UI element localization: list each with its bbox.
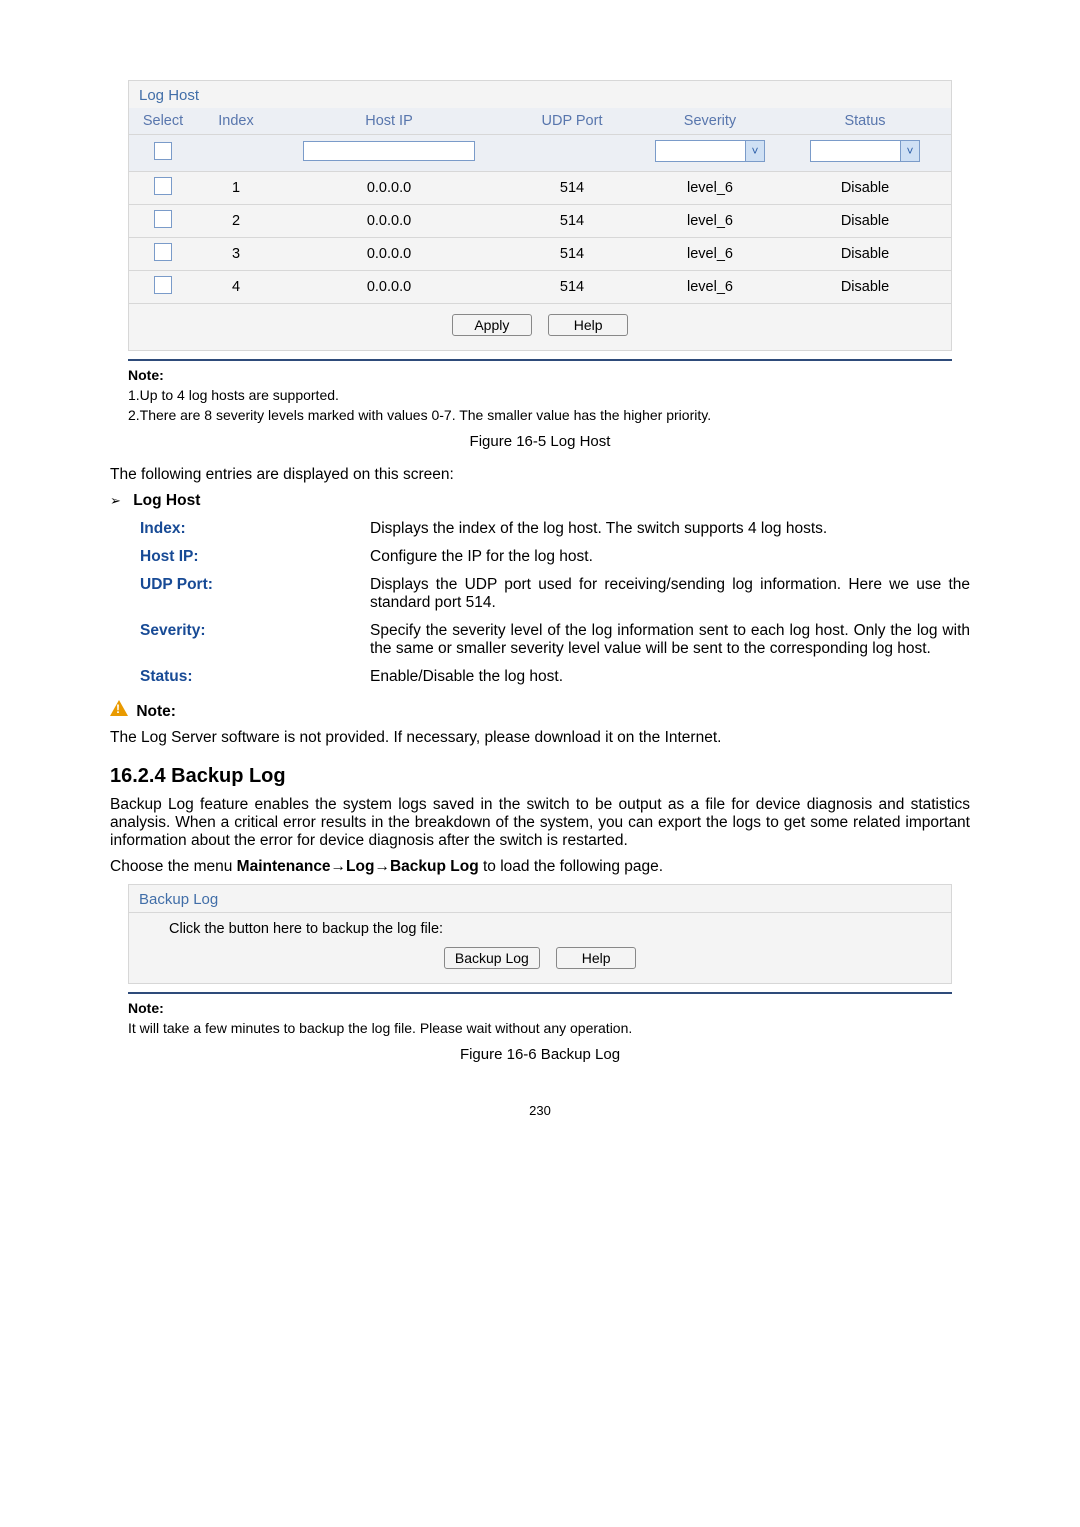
status-select[interactable]: ˅: [810, 140, 920, 162]
warning-icon: [110, 700, 128, 716]
hostip-input[interactable]: [303, 141, 475, 161]
row-checkbox[interactable]: [154, 177, 172, 195]
def-udp: UDP Port: Displays the UDP port used for…: [110, 576, 970, 612]
note-heading: Note:: [136, 703, 176, 720]
col-status: Status: [779, 108, 951, 135]
divider: [128, 992, 952, 994]
note-heading: Note:: [110, 998, 970, 1018]
note-line: 1.Up to 4 log hosts are supported.: [110, 385, 970, 405]
figure-caption: Figure 16-6 Backup Log: [110, 1038, 970, 1071]
apply-button[interactable]: Apply: [452, 314, 532, 336]
page-number: 230: [110, 1103, 970, 1118]
paragraph: Choose the menu Maintenance→Log→Backup L…: [110, 858, 970, 876]
def-label: UDP Port:: [110, 576, 370, 612]
col-severity: Severity: [641, 108, 779, 135]
def-status: Status: Enable/Disable the log host.: [110, 668, 970, 686]
def-desc: Displays the UDP port used for receiving…: [370, 576, 970, 612]
def-desc: Configure the IP for the log host.: [370, 548, 970, 566]
help-button[interactable]: Help: [548, 314, 628, 336]
col-udp: UDP Port: [503, 108, 641, 135]
select-all-checkbox[interactable]: [154, 142, 172, 160]
note-heading: Note:: [110, 365, 970, 385]
def-label: Status:: [110, 668, 370, 686]
help-button[interactable]: Help: [556, 947, 636, 969]
row-checkbox[interactable]: [154, 210, 172, 228]
severity-select[interactable]: ˅: [655, 140, 765, 162]
panel-title: Backup Log: [129, 885, 951, 912]
backup-log-button[interactable]: Backup Log: [444, 947, 540, 969]
chevron-right-icon: ➢: [110, 493, 121, 508]
note-text: It will take a few minutes to backup the…: [110, 1018, 970, 1038]
table-row: 1 0.0.0.0 514 level_6 Disable: [129, 172, 951, 205]
table-row: 4 0.0.0.0 514 level_6 Disable: [129, 271, 951, 304]
section-heading: 16.2.4 Backup Log: [110, 765, 970, 788]
def-label: Severity:: [110, 622, 370, 658]
backup-instruction: Click the button here to backup the log …: [129, 912, 951, 937]
log-host-panel: Log Host Select Index Host IP UDP Port S…: [128, 80, 952, 351]
table-row: 2 0.0.0.0 514 level_6 Disable: [129, 205, 951, 238]
note-text: The Log Server software is not provided.…: [110, 729, 970, 747]
def-desc: Displays the index of the log host. The …: [370, 520, 970, 538]
backup-log-panel: Backup Log Click the button here to back…: [128, 884, 952, 984]
col-index: Index: [197, 108, 275, 135]
col-hostip: Host IP: [275, 108, 503, 135]
def-severity: Severity: Specify the severity level of …: [110, 622, 970, 658]
def-desc: Enable/Disable the log host.: [370, 668, 970, 686]
note-line: 2.There are 8 severity levels marked wit…: [110, 405, 970, 425]
table-row: 3 0.0.0.0 514 level_6 Disable: [129, 238, 951, 271]
col-select: Select: [129, 108, 197, 135]
figure-caption: Figure 16-5 Log Host: [110, 425, 970, 458]
panel-title: Log Host: [129, 81, 951, 108]
row-checkbox[interactable]: [154, 243, 172, 261]
def-desc: Specify the severity level of the log in…: [370, 622, 970, 658]
loghost-heading: ➢ Log Host: [110, 492, 970, 510]
chevron-down-icon: ˅: [745, 141, 764, 161]
def-index: Index: Displays the index of the log hos…: [110, 520, 970, 538]
row-checkbox[interactable]: [154, 276, 172, 294]
paragraph: Backup Log feature enables the system lo…: [110, 796, 970, 850]
chevron-down-icon: ˅: [900, 141, 919, 161]
def-label: Host IP:: [110, 548, 370, 566]
lead-text: The following entries are displayed on t…: [110, 466, 970, 484]
log-host-table: Select Index Host IP UDP Port Severity S…: [129, 108, 951, 304]
def-hostip: Host IP: Configure the IP for the log ho…: [110, 548, 970, 566]
def-label: Index:: [110, 520, 370, 538]
divider: [128, 359, 952, 361]
